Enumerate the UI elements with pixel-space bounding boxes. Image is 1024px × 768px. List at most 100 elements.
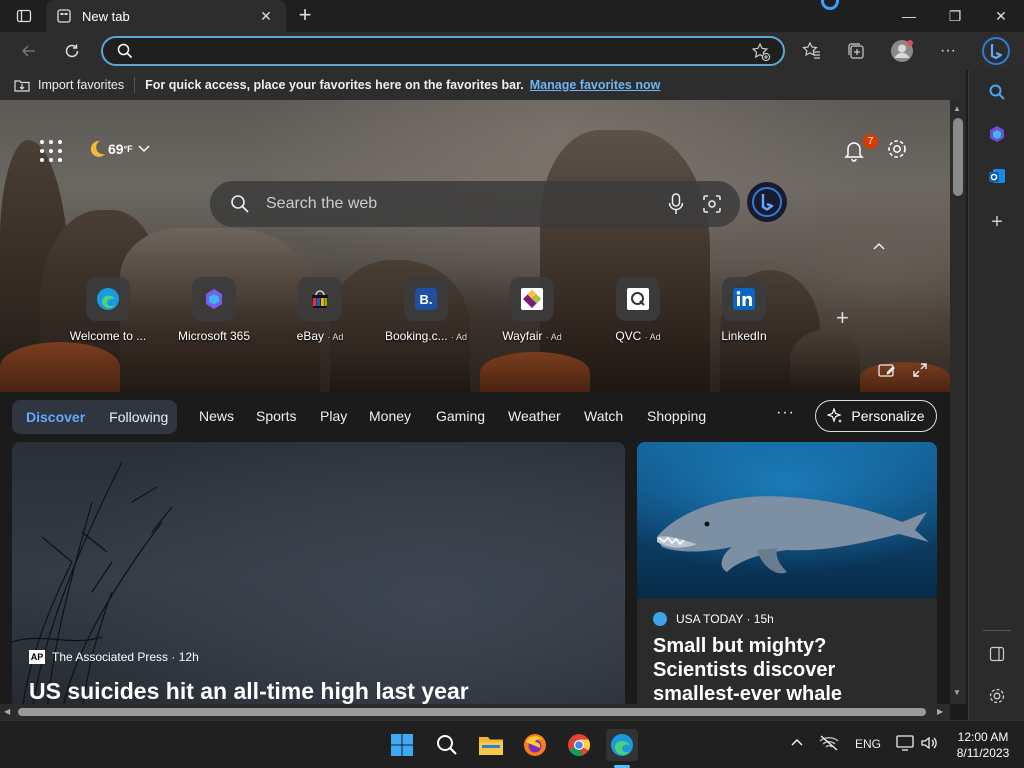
tab-following[interactable]: Following (109, 409, 168, 425)
quick-link-label: Welcome to ... (69, 329, 147, 343)
web-search-box[interactable]: Search the web (210, 181, 740, 227)
sidebar-hide-button[interactable] (983, 640, 1011, 668)
m365-icon (990, 126, 1004, 142)
article-source-label: The Associated Press · 12h (52, 650, 199, 664)
nav-more-button[interactable]: ··· (776, 404, 795, 422)
add-favorite-icon[interactable] (751, 42, 771, 62)
firefox-button[interactable] (519, 729, 551, 761)
nav-play[interactable]: Play (320, 408, 347, 424)
weather-temperature: 69 (108, 141, 124, 157)
tab-discover[interactable]: Discover (26, 409, 85, 425)
title-bar: New tab ✕ + — ❐ ✕ (0, 0, 1024, 32)
scroll-up-icon[interactable]: ▲ (953, 104, 961, 113)
quick-link[interactable]: B. Booking.c... · Ad (373, 277, 479, 347)
nav-shopping[interactable]: Shopping (647, 408, 706, 424)
news-card-side[interactable]: USA TODAY · 15h Small but mighty? Scient… (637, 442, 937, 704)
browser-toolbar: ··· (0, 32, 1024, 70)
bing-chat-button[interactable] (747, 182, 787, 222)
clock-date: 8/11/2023 (956, 746, 1010, 760)
booking-icon: B. (404, 277, 448, 321)
horizontal-scrollbar[interactable]: ◀ ▶ (0, 704, 950, 720)
sidebar-search-button[interactable] (983, 78, 1011, 106)
personalize-button[interactable]: Personalize (815, 400, 937, 432)
nav-gaming[interactable]: Gaming (436, 408, 485, 424)
clock-time: 12:00 AM (957, 730, 1009, 744)
quick-link[interactable]: Welcome to ... (55, 277, 161, 347)
file-explorer-button[interactable] (475, 729, 507, 761)
quick-link[interactable]: Wayfair · Ad (479, 277, 585, 347)
visual-search-icon[interactable] (702, 194, 722, 214)
microphone-icon[interactable] (668, 193, 684, 215)
sidebar-settings-button[interactable] (983, 682, 1011, 710)
ad-badge: · Ad (644, 332, 661, 342)
network-offline-icon[interactable] (818, 735, 840, 754)
favorites-button[interactable] (797, 36, 827, 66)
quick-link[interactable]: LinkedIn (691, 277, 797, 347)
quick-link-label: Microsoft 365 (177, 329, 251, 343)
app-launcher-button[interactable] (40, 140, 62, 162)
quick-link-label: LinkedIn (721, 329, 767, 343)
news-card-main[interactable]: AP The Associated Press · 12h US suicide… (12, 442, 625, 704)
nav-sports[interactable]: Sports (256, 408, 296, 424)
back-button[interactable] (14, 36, 44, 66)
close-window-button[interactable]: ✕ (978, 0, 1024, 32)
card-image (12, 461, 173, 704)
chrome-button[interactable] (563, 729, 595, 761)
weather-widget[interactable]: 69 °F (86, 138, 151, 160)
edge-taskbar-button[interactable] (606, 729, 638, 761)
tab-close-icon[interactable]: ✕ (256, 8, 276, 25)
tab-new-tab[interactable]: New tab ✕ (46, 0, 286, 32)
language-indicator[interactable]: ENG (855, 737, 881, 751)
weather-unit: °F (123, 144, 133, 154)
new-tab-button[interactable]: + (292, 4, 318, 28)
address-input[interactable] (143, 42, 743, 60)
sidebar-m365-button[interactable] (983, 120, 1011, 148)
article-source-label: USA TODAY · 15h (676, 612, 774, 626)
scrollbar-thumb[interactable] (18, 708, 926, 716)
folder-icon (479, 737, 503, 755)
tab-actions-button[interactable] (8, 5, 40, 27)
expand-icon[interactable] (912, 362, 928, 378)
svg-text:B.: B. (420, 292, 433, 307)
quick-link[interactable]: eBay · Ad (267, 277, 373, 347)
system-clock[interactable]: 12:00 AM 8/11/2023 (950, 729, 1016, 761)
article-headline[interactable]: Small but mighty? Scientists discover sm… (653, 634, 925, 704)
minimize-button[interactable]: — (886, 0, 932, 32)
article-headline[interactable]: US suicides hit an all-time high last ye… (29, 678, 469, 704)
scroll-down-icon[interactable]: ▼ (953, 688, 961, 697)
scroll-right-icon[interactable]: ▶ (937, 707, 943, 716)
manage-favorites-link[interactable]: Manage favorites now (530, 78, 661, 92)
settings-more-button[interactable]: ··· (933, 36, 963, 66)
tray-overflow-icon[interactable] (790, 735, 804, 752)
copilot-button[interactable] (980, 36, 1012, 66)
nav-watch[interactable]: Watch (584, 408, 623, 424)
restore-button[interactable]: ❐ (932, 0, 978, 32)
import-favorites-button[interactable]: Import favorites (14, 78, 124, 92)
scrollbar-thumb[interactable] (953, 118, 963, 196)
start-button[interactable] (386, 729, 418, 761)
profile-button[interactable] (887, 36, 917, 66)
volume-icon[interactable] (920, 735, 938, 754)
nav-news[interactable]: News (199, 408, 234, 424)
add-shortcut-button[interactable]: + (836, 305, 849, 331)
quick-link[interactable]: QVC · Ad (585, 277, 691, 347)
page-settings-gear-icon[interactable] (886, 138, 908, 160)
quick-link[interactable]: Microsoft 365 (161, 277, 267, 347)
vertical-scrollbar[interactable]: ▲ ▼ (950, 100, 966, 704)
address-bar[interactable] (101, 36, 785, 66)
refresh-button[interactable] (57, 36, 87, 66)
nav-weather[interactable]: Weather (508, 408, 561, 424)
collections-button[interactable] (841, 36, 871, 66)
collapse-chevron-icon[interactable] (872, 238, 886, 254)
article-source: USA TODAY · 15h (653, 612, 774, 626)
nav-money[interactable]: Money (369, 408, 411, 424)
autumn-trees (0, 342, 120, 392)
sidebar-add-button[interactable]: + (983, 208, 1011, 236)
avatar-icon (891, 40, 913, 62)
whale-illustration (657, 496, 929, 574)
display-icon[interactable] (896, 735, 914, 754)
taskbar-search-button[interactable] (431, 729, 463, 761)
sidebar-outlook-button[interactable] (983, 162, 1011, 190)
edit-background-icon[interactable] (878, 362, 896, 378)
scroll-left-icon[interactable]: ◀ (4, 707, 10, 716)
